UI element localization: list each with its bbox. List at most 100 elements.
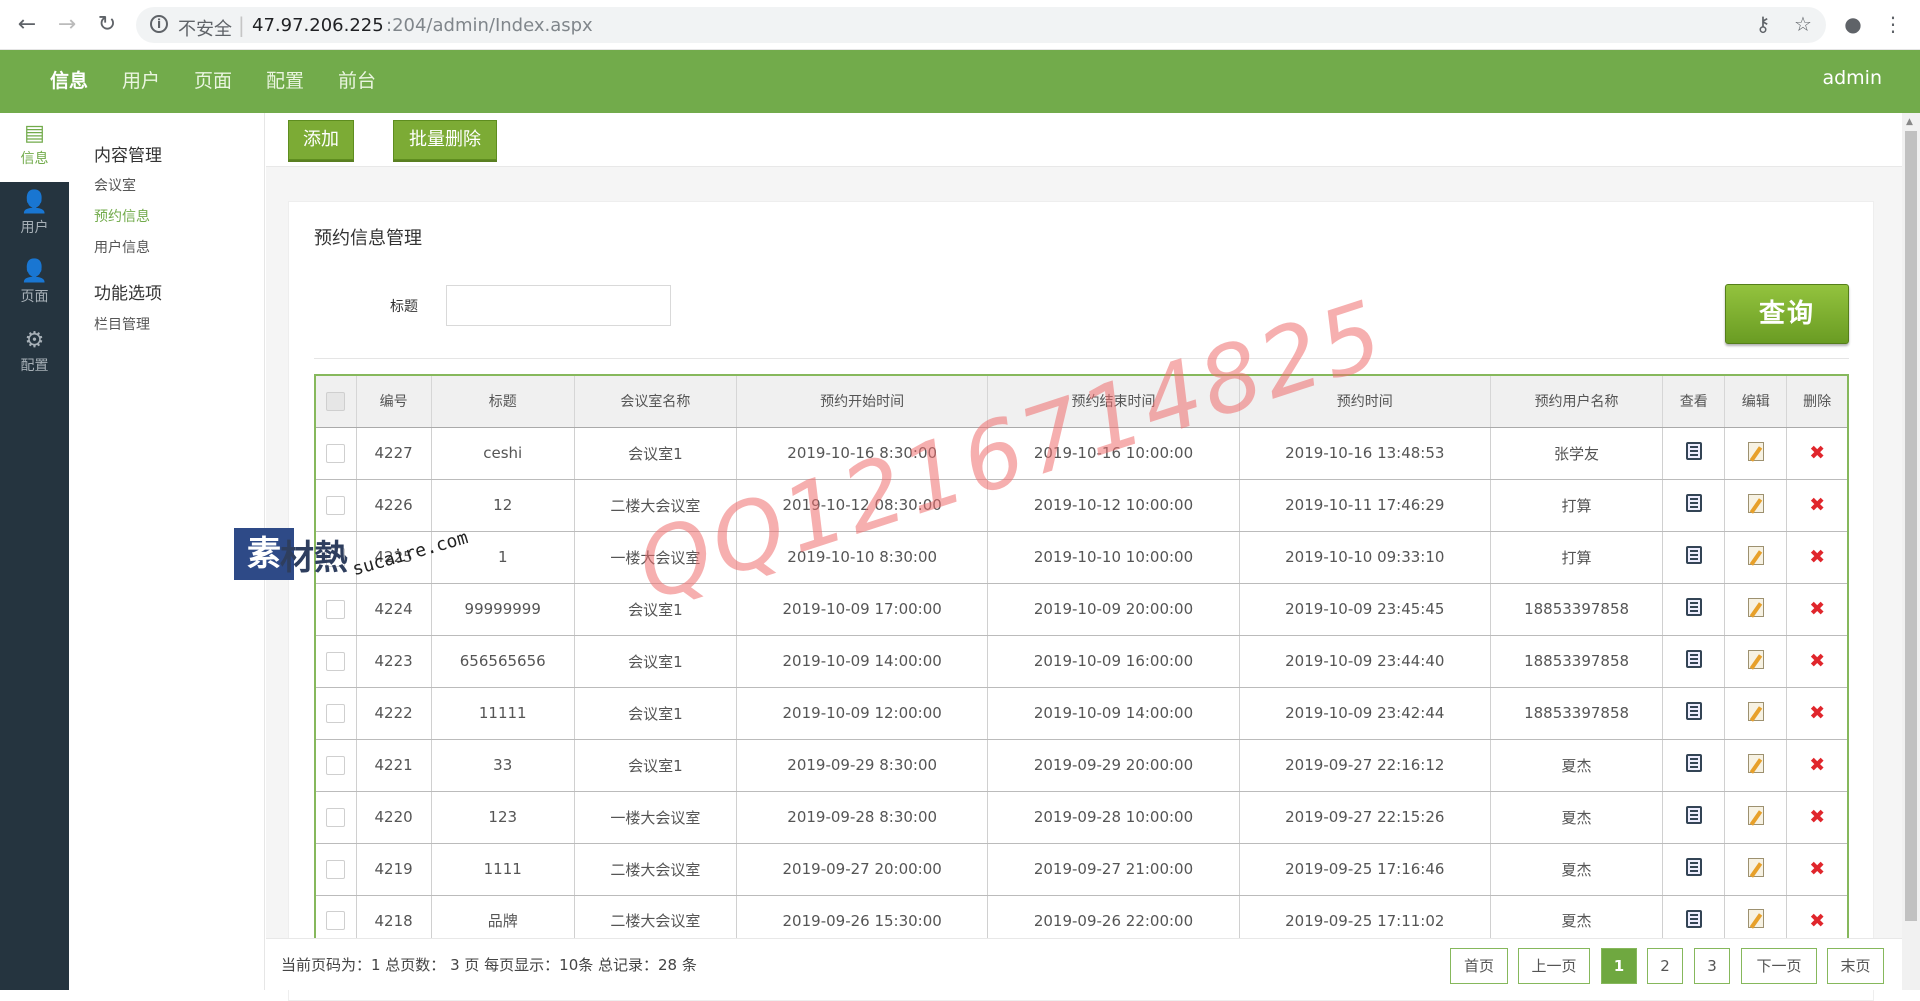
view-icon[interactable] [1685, 442, 1702, 460]
view-icon[interactable] [1685, 702, 1702, 720]
page-3-button[interactable]: 3 [1694, 948, 1730, 984]
delete-icon[interactable]: ✖ [1809, 858, 1825, 880]
key-icon[interactable]: ⚷ [1750, 12, 1776, 36]
view-icon[interactable] [1685, 598, 1702, 616]
topnav-config[interactable]: 配置 [266, 66, 304, 93]
edit-icon[interactable] [1747, 701, 1764, 721]
delete-icon[interactable]: ✖ [1809, 754, 1825, 776]
iconbar-config[interactable]: ⚙ 配置 [0, 320, 69, 389]
forward-arrow-icon[interactable]: → [54, 12, 80, 38]
iconbar-info[interactable]: ▤ 信息 [0, 113, 69, 182]
row-select-cell [315, 686, 357, 740]
cell-start: 2019-09-28 8:30:00 [736, 790, 989, 844]
view-icon[interactable] [1685, 754, 1702, 772]
cell-user: 张学友 [1489, 426, 1664, 480]
row-select-cell [315, 842, 357, 896]
row-checkbox[interactable] [326, 703, 346, 723]
delete-icon[interactable]: ✖ [1809, 650, 1825, 672]
view-icon[interactable] [1685, 858, 1702, 876]
edit-icon[interactable] [1747, 493, 1764, 513]
query-button[interactable]: 查询 [1725, 284, 1849, 344]
back-arrow-icon[interactable]: ← [14, 12, 40, 38]
delete-icon[interactable]: ✖ [1809, 546, 1825, 568]
topnav-users[interactable]: 用户 [122, 66, 160, 93]
table-row: 4219 1111 二楼大会议室 2019-09-27 20:00:00 201… [315, 842, 1849, 896]
cell-title: 99999999 [430, 582, 575, 636]
title-filter-label: 标题 [390, 299, 418, 315]
subnav-meeting-rooms[interactable]: 会议室 [94, 175, 136, 195]
row-checkbox[interactable] [326, 443, 346, 463]
page-2-button[interactable]: 2 [1647, 948, 1683, 984]
view-icon[interactable] [1685, 494, 1702, 512]
col-room[interactable]: 会议室名称 [573, 375, 737, 428]
star-icon[interactable]: ☆ [1790, 12, 1816, 36]
subnav-reservations[interactable]: 预约信息 [94, 206, 150, 226]
scroll-up-icon[interactable]: ▲ [1906, 117, 1913, 127]
select-all-checkbox[interactable] [326, 391, 346, 411]
edit-icon[interactable] [1747, 649, 1764, 669]
cell-booked-at: 2019-10-16 13:48:53 [1238, 426, 1491, 480]
admin-user[interactable]: admin [1822, 67, 1882, 89]
url-path: :204/admin/Index.aspx [386, 15, 593, 36]
view-icon[interactable] [1685, 806, 1702, 824]
topnav-info[interactable]: 信息 [50, 66, 88, 93]
edit-icon[interactable] [1747, 441, 1764, 461]
col-title[interactable]: 标题 [430, 375, 575, 428]
last-page-button[interactable]: 末页 [1827, 948, 1884, 984]
edit-icon[interactable] [1747, 753, 1764, 773]
row-checkbox[interactable] [326, 651, 346, 671]
topnav-frontend[interactable]: 前台 [338, 66, 376, 93]
address-bar[interactable]: i 不安全 | 47.97.206.225 :204/admin/Index.a… [136, 7, 1826, 43]
iconbar-users[interactable]: 👤 用户 [0, 182, 69, 251]
row-select-cell [315, 738, 357, 792]
row-checkbox[interactable] [326, 599, 346, 619]
vertical-scrollbar[interactable]: ▲ [1902, 113, 1920, 990]
cell-title: 656565656 [430, 634, 575, 688]
subnav-user-info[interactable]: 用户信息 [94, 237, 150, 257]
delete-icon[interactable]: ✖ [1809, 598, 1825, 620]
subnav-column-management[interactable]: 栏目管理 [94, 314, 150, 334]
cell-end: 2019-10-10 10:00:00 [987, 530, 1240, 584]
batch-delete-button[interactable]: 批量删除 [393, 120, 497, 160]
account-icon[interactable]: ● [1840, 12, 1866, 36]
edit-icon[interactable] [1747, 545, 1764, 565]
cell-room: 会议室1 [573, 738, 738, 792]
row-checkbox[interactable] [326, 807, 346, 827]
url-separator: | [238, 13, 245, 37]
delete-icon[interactable]: ✖ [1809, 806, 1825, 828]
view-icon[interactable] [1685, 546, 1702, 564]
title-filter-input[interactable] [446, 285, 671, 326]
edit-icon[interactable] [1747, 909, 1764, 929]
delete-icon[interactable]: ✖ [1809, 494, 1825, 516]
info-icon[interactable]: i [150, 15, 168, 33]
menu-icon[interactable]: ⋮ [1880, 12, 1906, 36]
edit-icon[interactable] [1747, 805, 1764, 825]
row-checkbox[interactable] [326, 911, 346, 931]
row-checkbox[interactable] [326, 859, 346, 879]
iconbar-pages[interactable]: 👤 页面 [0, 251, 69, 320]
reload-icon[interactable]: ↻ [94, 12, 120, 38]
add-button[interactable]: 添加 [288, 120, 354, 160]
edit-icon[interactable] [1747, 597, 1764, 617]
col-id[interactable]: 编号 [355, 375, 432, 428]
cell-booked-at: 2019-10-09 23:44:40 [1238, 634, 1491, 688]
delete-icon[interactable]: ✖ [1809, 442, 1825, 464]
edit-icon[interactable] [1747, 857, 1764, 877]
cell-title: 1111 [430, 842, 575, 896]
document-icon: ▤ [24, 121, 45, 146]
prev-page-button[interactable]: 上一页 [1518, 948, 1590, 984]
cell-id: 4227 [355, 426, 432, 480]
delete-icon[interactable]: ✖ [1809, 702, 1825, 724]
view-icon[interactable] [1685, 650, 1702, 668]
scroll-thumb[interactable] [1905, 131, 1917, 921]
cell-user: 打算 [1489, 478, 1664, 532]
first-page-button[interactable]: 首页 [1450, 948, 1508, 984]
row-checkbox[interactable] [326, 495, 346, 515]
delete-icon[interactable]: ✖ [1809, 910, 1825, 932]
topnav-pages[interactable]: 页面 [194, 66, 232, 93]
col-user[interactable]: 预约用户名称 [1489, 375, 1663, 428]
row-checkbox[interactable] [326, 755, 346, 775]
next-page-button[interactable]: 下一页 [1741, 948, 1817, 984]
page-1-button[interactable]: 1 [1601, 948, 1637, 984]
view-icon[interactable] [1685, 909, 1702, 928]
